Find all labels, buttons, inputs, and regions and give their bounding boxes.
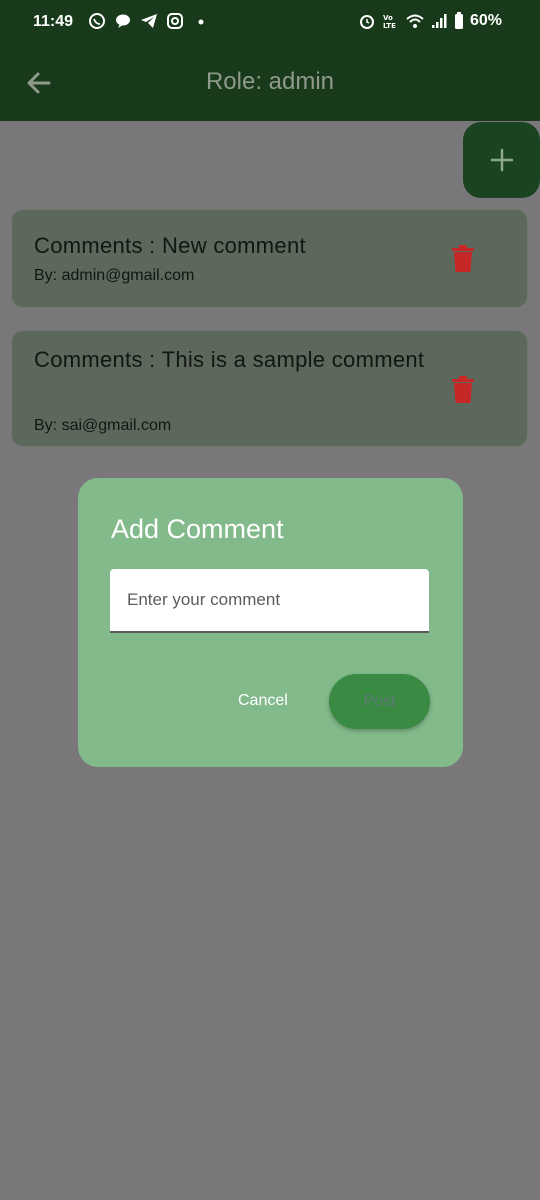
plus-icon	[490, 148, 514, 172]
comment-card: Comments : New comment By: admin@gmail.c…	[11, 209, 528, 308]
alarm-icon	[358, 12, 376, 30]
add-comment-dialog: Add Comment Cancel Post	[78, 478, 463, 767]
cancel-button[interactable]: Cancel	[238, 692, 288, 710]
wifi-icon	[406, 12, 424, 30]
battery-icon	[454, 12, 464, 30]
status-time: 11:49	[33, 13, 74, 30]
volte-icon: Vo LTE	[382, 12, 400, 30]
status-bar: 11:49 Vo LTE 60%	[0, 0, 540, 44]
app-bar: Role: admin	[0, 44, 540, 121]
post-button[interactable]: Post	[329, 674, 430, 729]
comment-card: Comments : This is a sample comment By: …	[11, 330, 528, 447]
comment-text: Comments : New comment	[34, 233, 306, 258]
signal-icon	[430, 12, 448, 30]
comment-author: By: sai@gmail.com	[34, 417, 172, 434]
trash-icon	[452, 376, 474, 403]
notification-icons	[88, 12, 210, 30]
svg-text:Vo: Vo	[383, 14, 393, 22]
delete-comment-button[interactable]	[451, 245, 475, 273]
svg-text:LTE: LTE	[383, 22, 396, 30]
comment-text: Comments : This is a sample comment	[34, 347, 425, 372]
page-title: Role: admin	[205, 68, 335, 95]
trash-icon	[452, 245, 474, 272]
system-icons: Vo LTE 60%	[358, 12, 502, 30]
add-comment-button[interactable]	[463, 122, 540, 198]
instagram-icon	[166, 12, 184, 30]
dialog-title: Add Comment	[111, 514, 284, 544]
dot-icon	[192, 12, 210, 30]
chat-bubble-icon	[114, 12, 132, 30]
whatsapp-icon	[88, 12, 106, 30]
delete-comment-button[interactable]	[451, 376, 475, 404]
battery-percentage: 60%	[469, 12, 502, 29]
comment-author: By: admin@gmail.com	[34, 267, 195, 284]
comment-input[interactable]	[110, 569, 429, 633]
telegram-icon	[140, 12, 158, 30]
